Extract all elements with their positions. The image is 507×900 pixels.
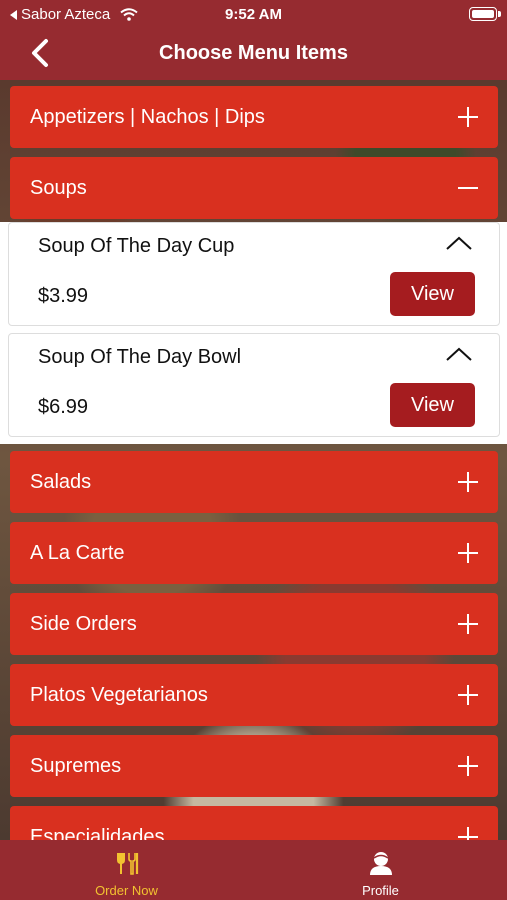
plus-icon <box>458 685 478 705</box>
menu-category-list: Appetizers | Nachos | Dips Soups Soup Of… <box>0 80 507 840</box>
category-side-orders[interactable]: Side Orders <box>10 593 498 655</box>
plus-icon <box>458 614 478 634</box>
clock: 9:52 AM <box>225 6 282 23</box>
plus-icon <box>458 472 478 492</box>
category-label: Salads <box>30 470 92 493</box>
category-label: Supremes <box>30 754 122 777</box>
chevron-up-icon[interactable] <box>445 346 473 362</box>
chevron-up-icon[interactable] <box>445 235 473 251</box>
status-bar: Sabor Azteca 9:52 AM <box>0 0 507 28</box>
category-label: Soups <box>30 176 87 199</box>
category-label: Side Orders <box>30 612 137 635</box>
list-item: Soup Of The Day Cup $3.99 View <box>8 222 500 326</box>
category-label: Platos Vegetarianos <box>30 683 208 706</box>
header: Sabor Azteca 9:52 AM Choose Menu Items <box>0 0 507 80</box>
tab-order-now[interactable]: Order Now <box>0 840 253 900</box>
category-label: Especialidades <box>30 825 165 841</box>
page-title: Choose Menu Items <box>159 42 348 64</box>
item-name: Soup Of The Day Bowl <box>38 346 242 368</box>
minus-icon <box>458 178 478 198</box>
category-salads[interactable]: Salads <box>10 451 498 513</box>
tab-label: Profile <box>362 883 399 898</box>
category-especialidades[interactable]: Especialidades <box>10 806 498 840</box>
user-icon <box>369 852 392 875</box>
category-soups[interactable]: Soups <box>10 157 498 219</box>
plus-icon <box>458 827 478 840</box>
tab-label: Order Now <box>95 883 158 898</box>
tab-profile[interactable]: Profile <box>254 840 507 900</box>
list-item: Soup Of The Day Bowl $6.99 View <box>8 333 500 437</box>
plus-icon <box>458 756 478 776</box>
item-name: Soup Of The Day Cup <box>38 235 235 257</box>
navigation-bar: Choose Menu Items <box>0 28 507 78</box>
category-label: Appetizers | Nachos | Dips <box>30 105 265 128</box>
view-button[interactable]: View <box>390 272 475 316</box>
plus-icon <box>458 107 478 127</box>
category-label: A La Carte <box>30 541 125 564</box>
category-a-la-carte[interactable]: A La Carte <box>10 522 498 584</box>
tab-bar: Order Now Profile <box>0 840 507 900</box>
view-button[interactable]: View <box>390 383 475 427</box>
item-price: $6.99 <box>38 396 89 418</box>
category-platos-vegetarianos[interactable]: Platos Vegetarianos <box>10 664 498 726</box>
utensils-icon <box>116 853 138 875</box>
item-price: $3.99 <box>38 285 89 307</box>
battery-icon <box>469 7 501 21</box>
category-supremes[interactable]: Supremes <box>10 735 498 797</box>
plus-icon <box>458 543 478 563</box>
category-appetizers[interactable]: Appetizers | Nachos | Dips <box>10 86 498 148</box>
soups-items-panel: Soup Of The Day Cup $3.99 View Soup Of T… <box>0 222 507 444</box>
